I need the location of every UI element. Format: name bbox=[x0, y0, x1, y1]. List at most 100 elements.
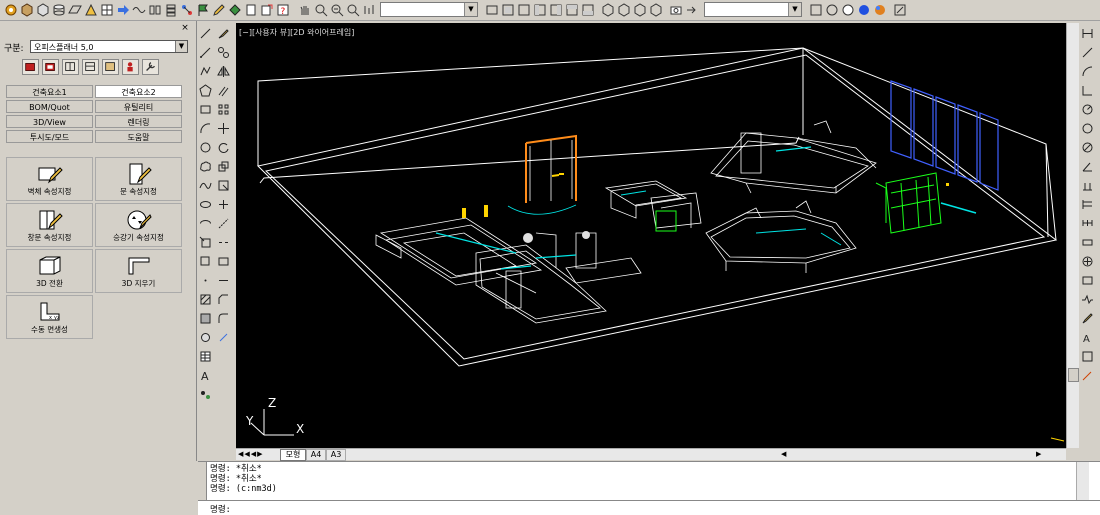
move-icon[interactable] bbox=[217, 122, 230, 135]
document-icon[interactable] bbox=[243, 2, 259, 18]
view-top-icon[interactable] bbox=[564, 2, 580, 18]
menu-arch1[interactable]: 건축요소1 bbox=[6, 85, 93, 98]
iso-nw-icon[interactable] bbox=[648, 2, 664, 18]
hatch-icon[interactable] bbox=[199, 293, 212, 306]
drawing-viewport[interactable]: [−][사용자 뷰][2D 와이어프레임] Z X Y bbox=[236, 23, 1066, 448]
menu-rendering[interactable]: 렌더링 bbox=[95, 115, 182, 128]
elevator-property-button[interactable]: 승강기 속성지정 bbox=[95, 203, 182, 247]
dim-ordinate-icon[interactable] bbox=[1081, 84, 1094, 97]
export-icon[interactable] bbox=[259, 2, 275, 18]
iso-se-icon[interactable] bbox=[616, 2, 632, 18]
extend-icon[interactable] bbox=[217, 217, 230, 230]
tolerance-icon[interactable] bbox=[1081, 236, 1094, 249]
zoom-prev-icon[interactable] bbox=[345, 2, 361, 18]
stretch-icon[interactable] bbox=[217, 179, 230, 192]
dim-text-edit-icon[interactable]: A bbox=[1081, 331, 1094, 344]
pan-icon[interactable] bbox=[297, 2, 313, 18]
dim-radius-icon[interactable] bbox=[1081, 103, 1094, 116]
view-bottom-icon[interactable] bbox=[580, 2, 596, 18]
erase-3d-button[interactable]: 3D 지우기 bbox=[95, 249, 182, 293]
menu-help[interactable]: 도움말 bbox=[95, 130, 182, 143]
pencil-icon[interactable] bbox=[211, 2, 227, 18]
dim-style-icon[interactable] bbox=[1081, 369, 1094, 382]
dim-jogged-icon[interactable] bbox=[1081, 122, 1094, 135]
break-icon[interactable] bbox=[217, 255, 230, 268]
break-point-icon[interactable] bbox=[217, 236, 230, 249]
cylinder-icon[interactable] bbox=[51, 2, 67, 18]
product-select[interactable]: 오피스플래너 5,0 ▼ bbox=[30, 40, 188, 53]
visual-style-icon[interactable] bbox=[892, 2, 908, 18]
layer-dropdown[interactable]: ▼ bbox=[380, 2, 478, 17]
dim-baseline-icon[interactable] bbox=[1081, 198, 1094, 211]
side-surface-button[interactable]: x yz 수동 면생성 bbox=[6, 295, 93, 339]
zoom-window-icon[interactable] bbox=[329, 2, 345, 18]
ray-icon[interactable] bbox=[199, 46, 212, 59]
view-left-icon[interactable] bbox=[532, 2, 548, 18]
camera-icon[interactable] bbox=[668, 2, 684, 18]
dim-update-icon[interactable] bbox=[1081, 350, 1094, 363]
hscroll-left-arrow[interactable]: ◀ bbox=[781, 450, 791, 458]
window-property-button[interactable]: 창문 속성지정 bbox=[6, 203, 93, 247]
rectangle-icon[interactable] bbox=[199, 103, 212, 116]
zoom-icon[interactable] bbox=[313, 2, 329, 18]
arc-icon[interactable] bbox=[199, 122, 212, 135]
vertical-scrollbar[interactable] bbox=[1066, 23, 1079, 448]
iso-ne-icon[interactable] bbox=[632, 2, 648, 18]
tab-a4[interactable]: A4 bbox=[306, 449, 326, 461]
line-icon[interactable] bbox=[199, 27, 212, 40]
menu-perspective[interactable]: 투시도/모드 bbox=[6, 130, 93, 143]
to-3d-button[interactable]: 3D 전환 bbox=[6, 249, 93, 293]
jog-line-icon[interactable] bbox=[1081, 293, 1094, 306]
panels-icon[interactable] bbox=[147, 2, 163, 18]
spline-icon[interactable] bbox=[199, 179, 212, 192]
add-point-icon[interactable] bbox=[199, 388, 212, 401]
dim-continue-icon[interactable] bbox=[1081, 217, 1094, 230]
mirror-icon[interactable] bbox=[217, 65, 230, 78]
view-back-icon[interactable] bbox=[516, 2, 532, 18]
point-icon[interactable] bbox=[199, 274, 212, 287]
fillet-icon[interactable] bbox=[217, 312, 230, 325]
table-icon[interactable] bbox=[199, 350, 212, 363]
copy-icon[interactable] bbox=[217, 46, 230, 59]
partition-icon[interactable] bbox=[102, 59, 119, 75]
array-icon[interactable] bbox=[217, 103, 230, 116]
plane-icon[interactable] bbox=[67, 2, 83, 18]
sofa-red-icon[interactable] bbox=[22, 59, 39, 75]
menu-bom[interactable]: BOM/Quot bbox=[6, 100, 93, 113]
join-icon[interactable] bbox=[217, 274, 230, 287]
command-input[interactable]: 명령: bbox=[198, 500, 1100, 515]
rotate-icon[interactable] bbox=[217, 141, 230, 154]
panel-close-button[interactable]: × bbox=[180, 23, 190, 33]
shaded-icon[interactable] bbox=[856, 2, 872, 18]
properties-icon[interactable] bbox=[361, 2, 377, 18]
hscroll-right-arrow[interactable]: ▶ bbox=[1036, 450, 1046, 458]
region-icon[interactable] bbox=[199, 331, 212, 344]
help-icon[interactable]: ? bbox=[275, 2, 291, 18]
cube-icon[interactable] bbox=[19, 2, 35, 18]
explode-icon[interactable] bbox=[217, 331, 230, 344]
dim-diameter-icon[interactable] bbox=[1081, 141, 1094, 154]
flag-icon[interactable] bbox=[195, 2, 211, 18]
dim-edit-icon[interactable] bbox=[1081, 312, 1094, 325]
polygon-icon[interactable] bbox=[199, 84, 212, 97]
named-view-icon[interactable] bbox=[684, 2, 700, 18]
scale-icon[interactable] bbox=[217, 160, 230, 173]
scroll-thumb[interactable] bbox=[1068, 368, 1079, 382]
gear-icon[interactable] bbox=[3, 2, 19, 18]
cabinet-icon[interactable] bbox=[62, 59, 79, 75]
circle-icon[interactable] bbox=[199, 141, 212, 154]
wall-property-button[interactable]: 벽체 속성지정 bbox=[6, 157, 93, 201]
center-mark-icon[interactable] bbox=[1081, 255, 1094, 268]
mtext-icon[interactable]: A bbox=[199, 369, 212, 382]
menu-utility[interactable]: 유틸리티 bbox=[95, 100, 182, 113]
arrow-right-icon[interactable] bbox=[115, 2, 131, 18]
iso-sw-icon[interactable] bbox=[600, 2, 616, 18]
inspect-icon[interactable] bbox=[1081, 274, 1094, 287]
diamond-icon[interactable] bbox=[227, 2, 243, 18]
shape-icon[interactable] bbox=[83, 2, 99, 18]
tab-model[interactable]: 모형 bbox=[280, 449, 306, 461]
menu-3dview[interactable]: 3D/View bbox=[6, 115, 93, 128]
realistic-icon[interactable] bbox=[872, 2, 888, 18]
node-icon[interactable] bbox=[179, 2, 195, 18]
dim-angular-icon[interactable] bbox=[1081, 160, 1094, 173]
